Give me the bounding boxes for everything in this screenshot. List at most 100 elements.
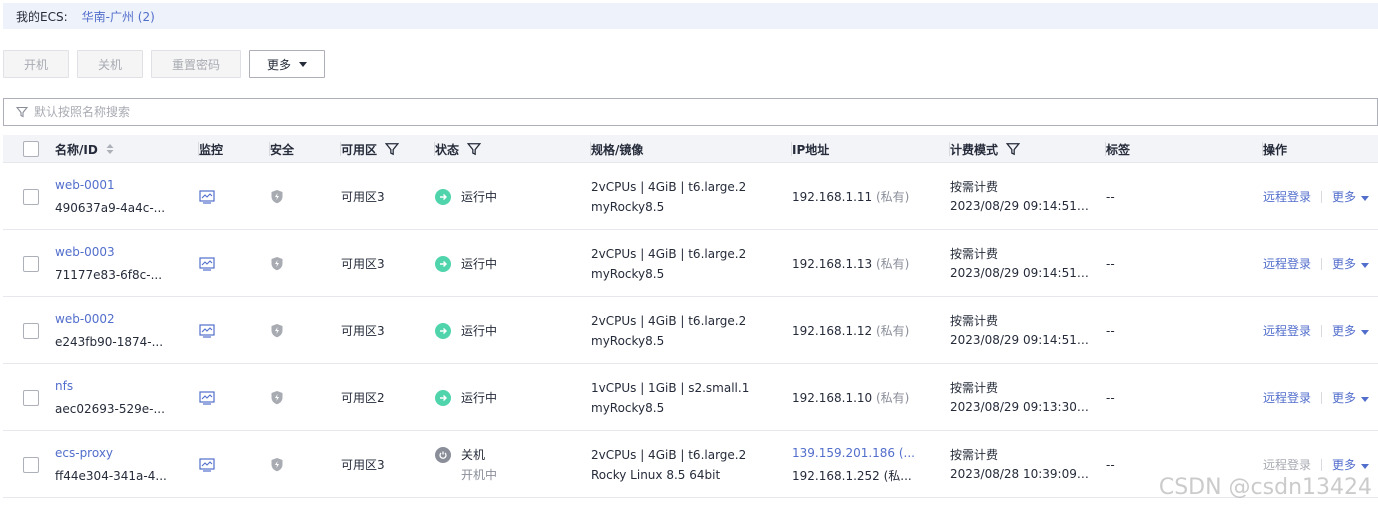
- ops-divider: [1321, 324, 1323, 337]
- created-time: 2023/08/28 10:39:09 G...: [950, 467, 1090, 481]
- security-cell: [270, 364, 284, 431]
- row-checkbox[interactable]: [23, 389, 39, 406]
- ops-group: 远程登录 更多: [1263, 455, 1370, 475]
- created-time: 2023/08/29 09:14:51 G...: [950, 333, 1090, 347]
- remote-login-link[interactable]: 远程登录: [1263, 187, 1311, 207]
- row-checkbox[interactable]: [23, 188, 39, 205]
- status-text: 运行中: [461, 256, 498, 271]
- row-checkbox[interactable]: [23, 255, 39, 272]
- ops-group: 远程登录 更多: [1263, 254, 1370, 274]
- ops-divider: [1321, 391, 1323, 404]
- tags-value: --: [1106, 457, 1115, 472]
- instance-name-link[interactable]: web-0003: [55, 242, 185, 262]
- toolbar: 开机 关机 重置密码 更多: [3, 50, 325, 78]
- shield-icon[interactable]: [270, 457, 284, 472]
- availability-zone: 可用区3: [341, 457, 385, 472]
- shield-icon[interactable]: [270, 256, 284, 271]
- security-cell: [270, 163, 284, 230]
- remote-login-link[interactable]: 远程登录: [1263, 254, 1311, 274]
- row-checkbox[interactable]: [23, 456, 39, 473]
- region-label: 我的ECS:: [16, 9, 68, 24]
- start-button[interactable]: 开机: [3, 50, 69, 78]
- availability-zone: 可用区3: [341, 256, 385, 271]
- shield-icon[interactable]: [270, 189, 284, 204]
- remote-login-link[interactable]: 远程登录: [1263, 455, 1311, 475]
- security-cell: [270, 230, 284, 297]
- spec-text: 2vCPUs | 4GiB | t6.large.2: [591, 179, 747, 194]
- select-all-cell: [23, 135, 39, 163]
- monitor-chart-icon[interactable]: [199, 457, 215, 472]
- monitor-cell: [199, 230, 215, 297]
- row-checkbox[interactable]: [23, 322, 39, 339]
- instance-name-link[interactable]: web-0002: [55, 309, 185, 329]
- remote-login-link[interactable]: 远程登录: [1263, 388, 1311, 408]
- availability-zone: 可用区3: [341, 189, 385, 204]
- ops-group: 远程登录 更多: [1263, 321, 1370, 341]
- more-actions-label: 更多: [266, 57, 291, 72]
- image-text: myRocky8.5: [591, 333, 665, 348]
- monitor-chart-icon[interactable]: [199, 323, 215, 338]
- row-select-cell: [23, 163, 39, 230]
- filter-icon[interactable]: [467, 142, 482, 156]
- more-ops-link[interactable]: 更多: [1332, 321, 1370, 341]
- monitor-chart-icon[interactable]: [199, 256, 215, 271]
- header-status[interactable]: 状态: [434, 135, 482, 163]
- ip-address: 192.168.1.10: [792, 390, 873, 405]
- table-header: 名称/ID 监控 安全 可用区 状态 规格/镜像 IP地址 计费模式 标签 操作: [3, 135, 1378, 163]
- region-selector[interactable]: 华南-广州 (2): [82, 8, 155, 25]
- spec-cell: 2vCPUs | 4GiB | t6.large.2 myRocky8.5: [591, 163, 781, 230]
- caret-down-icon: [1361, 329, 1370, 335]
- header-monitor: 监控: [198, 142, 224, 157]
- monitor-chart-icon[interactable]: [199, 390, 215, 405]
- search-input[interactable]: [34, 105, 634, 119]
- instance-id: 490637a9-4a4c-...: [55, 201, 166, 215]
- caret-down-icon: [1361, 463, 1370, 469]
- ops-group: 远程登录 更多: [1263, 187, 1370, 207]
- stop-button[interactable]: 关机: [77, 50, 143, 78]
- caret-down-icon: [1361, 262, 1370, 268]
- ops-divider: [1321, 458, 1323, 471]
- ops-group: 远程登录 更多: [1263, 388, 1370, 408]
- sort-icon[interactable]: [105, 143, 115, 155]
- shield-icon[interactable]: [270, 323, 284, 338]
- select-all-checkbox[interactable]: [23, 141, 39, 157]
- filter-icon[interactable]: [385, 142, 400, 156]
- ip-primary: 192.168.1.11 (私有): [792, 187, 917, 207]
- more-ops-link[interactable]: 更多: [1332, 455, 1370, 475]
- remote-login-link[interactable]: 远程登录: [1263, 321, 1311, 341]
- status-main: 运行中: [435, 388, 497, 408]
- instance-name-link[interactable]: nfs: [55, 376, 185, 396]
- spec-text: 1vCPUs | 1GiB | s2.small.1: [591, 380, 750, 395]
- header-name[interactable]: 名称/ID: [55, 135, 115, 163]
- header-az[interactable]: 可用区: [340, 135, 400, 163]
- az-cell: 可用区3: [341, 230, 385, 297]
- ip-primary: 192.168.1.13 (私有): [792, 254, 917, 274]
- instance-name-link[interactable]: ecs-proxy: [55, 443, 185, 463]
- ip-primary: 139.159.201.186 (...: [792, 443, 917, 463]
- billing-cell: 按需计费 2023/08/29 09:13:30 G...: [950, 364, 1090, 431]
- header-tags: 标签: [1105, 142, 1131, 157]
- monitor-cell: [199, 431, 215, 498]
- image-text: myRocky8.5: [591, 400, 665, 415]
- filter-icon[interactable]: [1006, 142, 1021, 156]
- spec-cell: 1vCPUs | 1GiB | s2.small.1 myRocky8.5: [591, 364, 781, 431]
- caret-down-icon: [1361, 396, 1370, 402]
- reset-password-button[interactable]: 重置密码: [151, 50, 241, 78]
- more-ops-link[interactable]: 更多: [1332, 388, 1370, 408]
- more-actions-button[interactable]: 更多: [249, 50, 325, 78]
- status-cell: 运行中: [435, 163, 497, 230]
- monitor-chart-icon[interactable]: [199, 189, 215, 204]
- header-billing[interactable]: 计费模式: [949, 135, 1021, 163]
- spec-cell: 2vCPUs | 4GiB | t6.large.2 myRocky8.5: [591, 230, 781, 297]
- search-bar[interactable]: [3, 98, 1378, 126]
- shield-icon[interactable]: [270, 390, 284, 405]
- instance-name-link[interactable]: web-0001: [55, 175, 185, 195]
- status-main: 运行中: [435, 321, 497, 341]
- header-security: 安全: [269, 142, 295, 157]
- more-ops-link[interactable]: 更多: [1332, 254, 1370, 274]
- ops-divider: [1321, 190, 1323, 203]
- az-cell: 可用区2: [341, 364, 385, 431]
- more-ops-link[interactable]: 更多: [1332, 187, 1370, 207]
- ip-cell: 192.168.1.13 (私有): [792, 230, 917, 297]
- table-row: web-0003 71177e83-6f8c-... 可用区3 运行中 2vCP…: [3, 230, 1378, 297]
